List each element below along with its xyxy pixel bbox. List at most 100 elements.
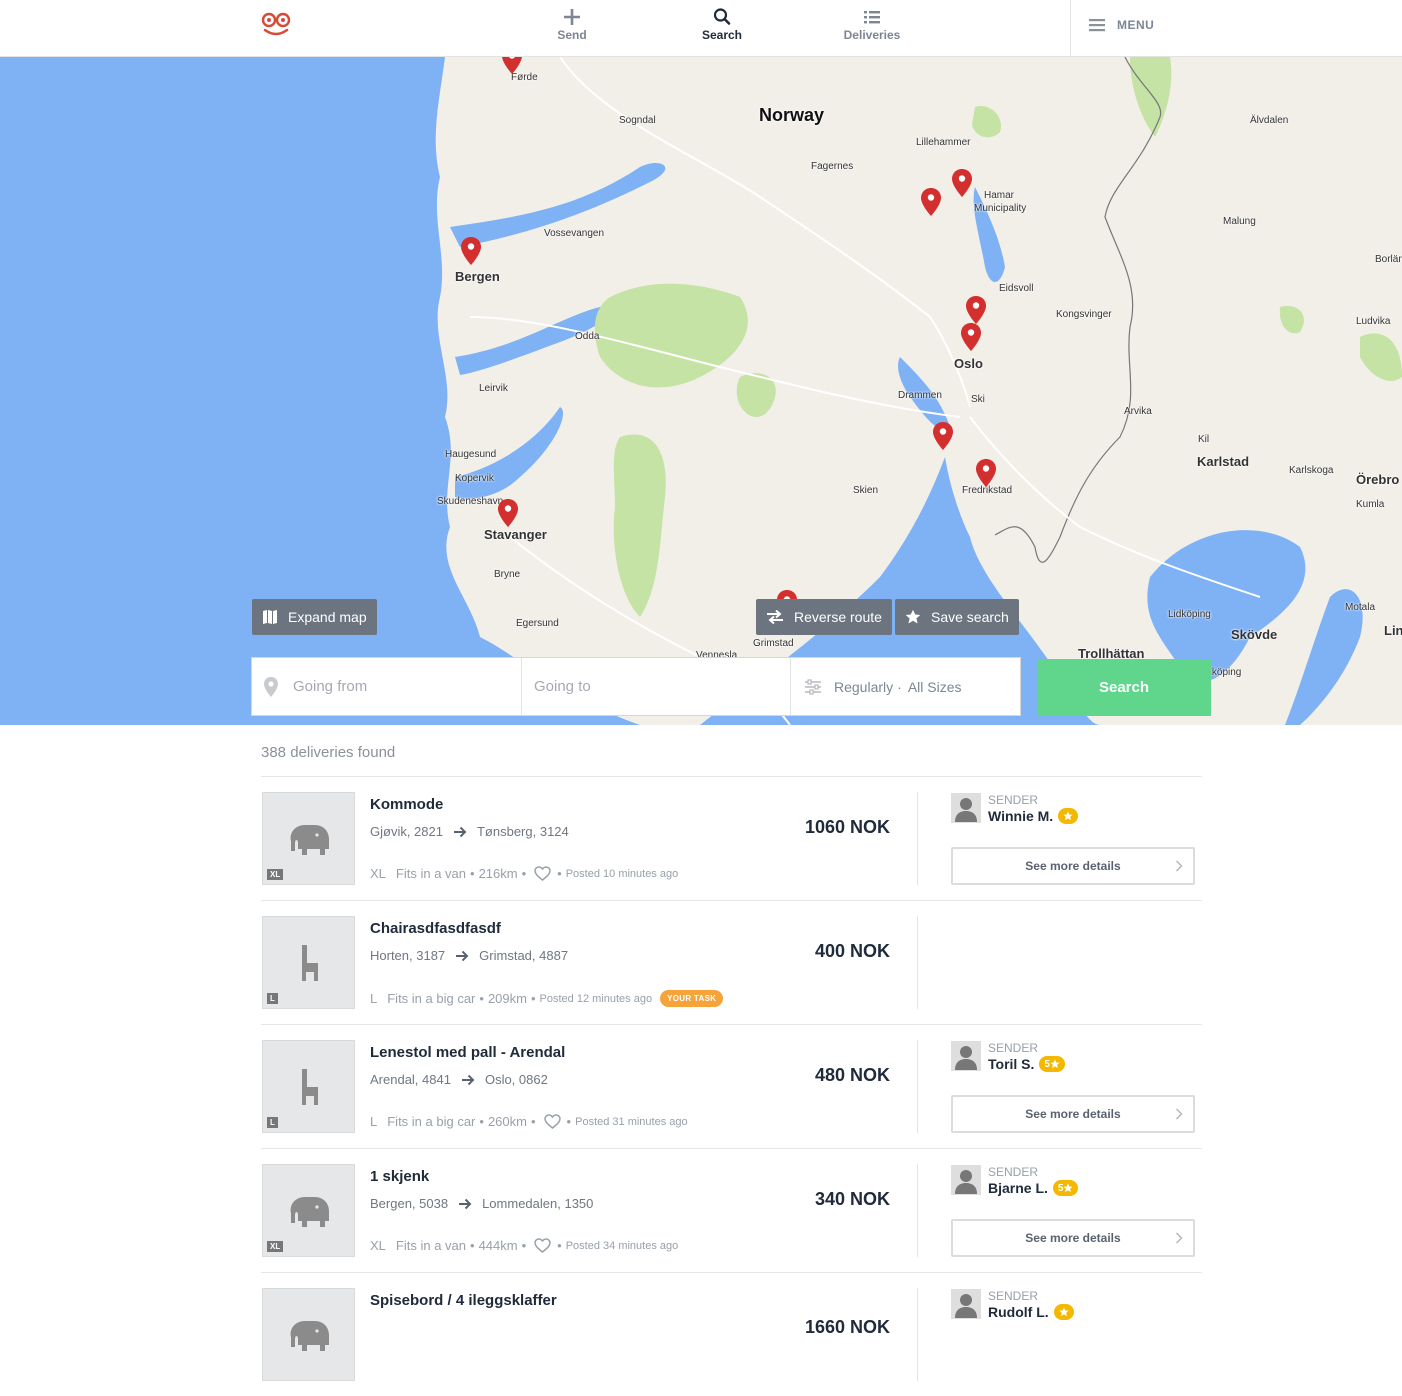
nav-search-label: Search xyxy=(701,28,743,42)
swap-arrows-icon xyxy=(767,610,783,624)
map-label-kopervik: Kopervik xyxy=(455,473,494,484)
route-from: Arendal, 4841 xyxy=(370,1072,451,1087)
elephant-icon xyxy=(290,825,329,855)
route-from: Bergen, 5038 xyxy=(370,1196,449,1211)
heart-icon[interactable] xyxy=(543,1114,561,1129)
meta-posted: Posted 34 minutes ago xyxy=(565,1239,679,1252)
meta-distance: 260km xyxy=(487,1114,527,1129)
elephant-icon xyxy=(290,1321,329,1351)
nav-search[interactable]: Search xyxy=(677,6,767,42)
map-label-arvika: Arvika xyxy=(1124,406,1152,417)
chevron-right-icon xyxy=(1176,1108,1183,1120)
meta-fits: Fits in a big car xyxy=(387,991,476,1006)
delivery-route: Bergen, 5038 Lommedalen, 1350 xyxy=(370,1196,593,1211)
delivery-title[interactable]: 1 skjenk xyxy=(370,1168,429,1185)
list-icon xyxy=(864,11,880,24)
search-button[interactable]: Search xyxy=(1037,659,1211,716)
sender-label: SENDER xyxy=(988,1041,1039,1055)
see-more-details-button[interactable]: See more details xyxy=(951,847,1195,885)
map-pin-icon[interactable] xyxy=(975,458,997,488)
expand-map-label: Expand map xyxy=(288,609,367,625)
chair-icon xyxy=(302,945,318,981)
sender-name-text: Rudolf L. xyxy=(988,1304,1049,1320)
chair-icon xyxy=(302,1069,318,1105)
nav-deliveries[interactable]: Deliveries xyxy=(827,6,917,42)
size-badge: L xyxy=(267,1117,278,1128)
map-base-layer xyxy=(0,57,1402,725)
going-from-placeholder: Going from xyxy=(293,678,368,695)
delivery-title[interactable]: Lenestol med pall - Arendal xyxy=(370,1044,565,1061)
delivery-row[interactable]: Spisebord / 4 ileggsklaffer 1660 NOK SEN… xyxy=(261,1272,1202,1396)
map-pin-icon[interactable] xyxy=(460,236,482,266)
going-from-field[interactable]: Going from xyxy=(252,658,522,715)
map-label-leirvik: Leirvik xyxy=(479,383,508,394)
meta-size: XL xyxy=(370,1238,386,1253)
arrow-right-icon xyxy=(456,950,469,961)
going-to-placeholder: Going to xyxy=(534,678,591,695)
map-pin-icon[interactable] xyxy=(965,295,987,325)
delivery-price: 480 NOK xyxy=(814,1065,890,1085)
map-label-borlange: Borlän xyxy=(1375,254,1402,265)
delivery-route: Arendal, 4841 Oslo, 0862 xyxy=(370,1072,548,1087)
map-label-kumla: Kumla xyxy=(1356,499,1385,510)
delivery-row[interactable]: XL Kommode Gjøvik, 2821 Tønsberg, 3124 X… xyxy=(261,776,1202,900)
heart-icon[interactable] xyxy=(534,866,551,881)
see-more-details-button[interactable]: See more details xyxy=(951,1095,1195,1133)
map-label-kil: Kil xyxy=(1198,434,1210,445)
row-divider xyxy=(917,1288,918,1381)
delivery-title[interactable]: Spisebord / 4 ileggsklaffer xyxy=(370,1292,557,1309)
nav-send[interactable]: Send xyxy=(527,6,617,42)
going-to-field[interactable]: Going to xyxy=(522,658,791,715)
map-view[interactable]: Førde Sogndal Norway Lillehammer Fagerne… xyxy=(0,57,1402,725)
save-search-button[interactable]: Save search xyxy=(895,599,1019,635)
route-from: Horten, 3187 xyxy=(370,948,446,963)
see-more-details-button[interactable]: See more details xyxy=(951,1219,1195,1257)
sliders-icon xyxy=(805,678,821,695)
arrow-right-icon xyxy=(453,826,467,837)
logo-icon[interactable] xyxy=(260,11,292,37)
map-label-kongsvinger: Kongsvinger xyxy=(1056,309,1112,320)
delivery-row[interactable]: L Lenestol med pall - Arendal Arendal, 4… xyxy=(261,1024,1202,1148)
rating-badge xyxy=(1053,1304,1074,1320)
heart-icon[interactable] xyxy=(534,1238,551,1253)
map-label-skudeneshavn: Skudeneshavn xyxy=(437,496,504,507)
delivery-row[interactable]: L Chairasdfasdfasdf Horten, 3187 Grimsta… xyxy=(261,900,1202,1024)
delivery-route: Gjøvik, 2821 Tønsberg, 3124 xyxy=(370,824,569,839)
frequency-value: Regularly xyxy=(834,678,894,695)
delivery-meta: L Fits in a big car • 209km • Posted 12 … xyxy=(370,990,724,1007)
delivery-price: 340 NOK xyxy=(814,1189,890,1209)
delivery-row[interactable]: XL 1 skjenk Bergen, 5038 Lommedalen, 135… xyxy=(261,1148,1202,1272)
delivery-price: 400 NOK xyxy=(814,941,890,961)
filter-field[interactable]: Regularly · All Sizes xyxy=(791,658,1020,715)
meta-distance: 444km xyxy=(478,1238,518,1253)
map-icon xyxy=(263,610,277,624)
delivery-title[interactable]: Kommode xyxy=(370,796,443,813)
avatar-icon xyxy=(951,1289,981,1319)
save-search-label: Save search xyxy=(931,609,1009,625)
map-pin-icon[interactable] xyxy=(501,57,523,75)
map-pin-icon[interactable] xyxy=(951,168,973,198)
map-label-bryne: Bryne xyxy=(494,569,521,580)
size-badge: XL xyxy=(267,869,284,880)
menu-button[interactable]: MENU xyxy=(1070,0,1402,57)
star-icon xyxy=(905,609,921,624)
delivery-title[interactable]: Chairasdfasdfasdf xyxy=(370,920,501,937)
map-pin-icon[interactable] xyxy=(920,187,942,217)
row-divider xyxy=(917,1164,918,1257)
route-from: Gjøvik, 2821 xyxy=(370,824,443,839)
map-label-motala: Motala xyxy=(1345,602,1376,613)
map-pin-icon[interactable] xyxy=(932,421,954,451)
row-divider xyxy=(917,916,918,1009)
sender-label: SENDER xyxy=(988,1165,1039,1179)
expand-map-button[interactable]: Expand map xyxy=(252,599,377,635)
meta-size: L xyxy=(370,991,378,1006)
delivery-meta: L Fits in a big car • 260km • • Posted 3… xyxy=(370,1114,688,1129)
map-label-karlstad: Karlstad xyxy=(1197,454,1250,469)
map-label-odda: Odda xyxy=(575,331,600,342)
reverse-route-button[interactable]: Reverse route xyxy=(756,599,892,635)
map-pin-icon[interactable] xyxy=(960,322,982,352)
item-thumbnail: XL xyxy=(262,792,355,885)
meta-distance: 209km xyxy=(487,991,527,1006)
map-pin-icon[interactable] xyxy=(497,498,519,528)
your-task-badge: YOUR TASK xyxy=(660,990,724,1007)
